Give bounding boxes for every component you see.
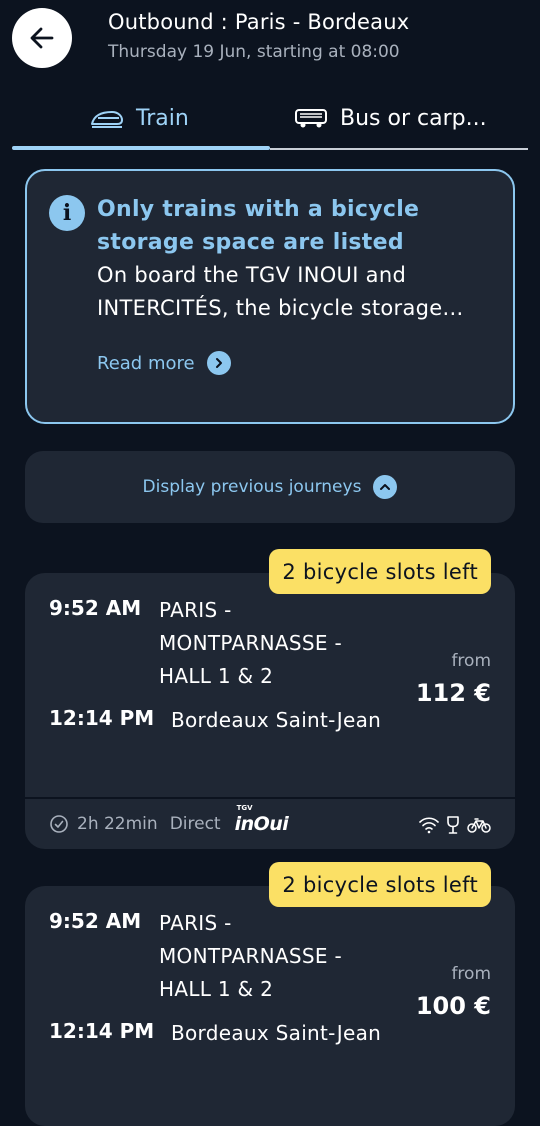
arrival-station: Bordeaux Saint-Jean <box>171 708 382 732</box>
price: 100 € <box>415 992 491 1020</box>
info-title: Only trains with a bicycle storage space… <box>97 197 420 255</box>
clock-icon <box>49 814 69 834</box>
transport-tabs: Train Bus or carp... <box>12 90 528 152</box>
tgv-inoui-logo: TGV inOui <box>234 804 289 835</box>
departure-station: PARIS - MONTPARNASSE - HALL 1 & 2 <box>159 911 342 1001</box>
page-title: Outbound : Paris - Bordeaux <box>108 10 410 34</box>
tab-bus-label: Bus or carp... <box>340 105 487 131</box>
amenities <box>419 815 491 835</box>
read-more-link[interactable]: Read more <box>97 351 231 375</box>
bar-icon <box>447 816 459 834</box>
tab-bus-carpool[interactable]: Bus or carp... <box>294 90 487 146</box>
journey-details: 2h 22min Direct TGV inOui <box>25 797 515 849</box>
journey-card[interactable]: 2 bicycle slots left 9:52 AM PARIS - MON… <box>25 862 515 1126</box>
chevron-right-icon <box>206 351 231 375</box>
arrow-left-icon <box>30 27 54 49</box>
price-from-label: from <box>451 964 491 984</box>
bicycle-icon <box>467 818 491 833</box>
tab-active-indicator <box>12 146 270 150</box>
header: Outbound : Paris - Bordeaux Thursday 19 … <box>0 0 540 80</box>
logo-inoui-text: inOui <box>234 813 289 835</box>
tab-train[interactable]: Train <box>90 90 189 146</box>
bus-icon <box>294 107 328 129</box>
wifi-icon <box>419 817 439 834</box>
departure-time: 9:52 AM <box>49 909 142 933</box>
page-subtitle: Thursday 19 Jun, starting at 08:00 <box>108 42 400 62</box>
journey-card[interactable]: 2 bicycle slots left 9:52 AM PARIS - MON… <box>25 549 515 849</box>
chevron-up-icon <box>373 475 398 499</box>
price: 112 € <box>415 679 491 707</box>
bicycle-slots-badge: 2 bicycle slots left <box>269 549 491 594</box>
info-body: On board the TGV INOUI and INTERCITÉS, t… <box>97 263 464 320</box>
previous-journeys-label: Display previous journeys <box>142 477 362 497</box>
back-button[interactable] <box>12 8 72 68</box>
read-more-label: Read more <box>97 352 195 374</box>
journey-duration: 2h 22min <box>77 814 158 834</box>
train-icon <box>90 107 124 129</box>
arrival-station: Bordeaux Saint-Jean <box>171 1021 382 1045</box>
departure-time: 9:52 AM <box>49 596 142 620</box>
departure-station: PARIS - MONTPARNASSE - HALL 1 & 2 <box>159 598 342 688</box>
tab-train-label: Train <box>136 105 189 131</box>
display-previous-journeys-button[interactable]: Display previous journeys <box>25 451 515 523</box>
logo-tgv-text: TGV <box>236 804 253 812</box>
bicycle-slots-badge: 2 bicycle slots left <box>269 862 491 907</box>
journey-connection: Direct <box>169 814 221 834</box>
bicycle-info-banner: i Only trains with a bicycle storage spa… <box>25 169 515 424</box>
tab-divider <box>270 148 528 150</box>
price-from-label: from <box>451 651 491 671</box>
arrival-time: 12:14 PM <box>49 706 155 730</box>
arrival-time: 12:14 PM <box>49 1019 155 1043</box>
info-icon: i <box>49 195 85 231</box>
